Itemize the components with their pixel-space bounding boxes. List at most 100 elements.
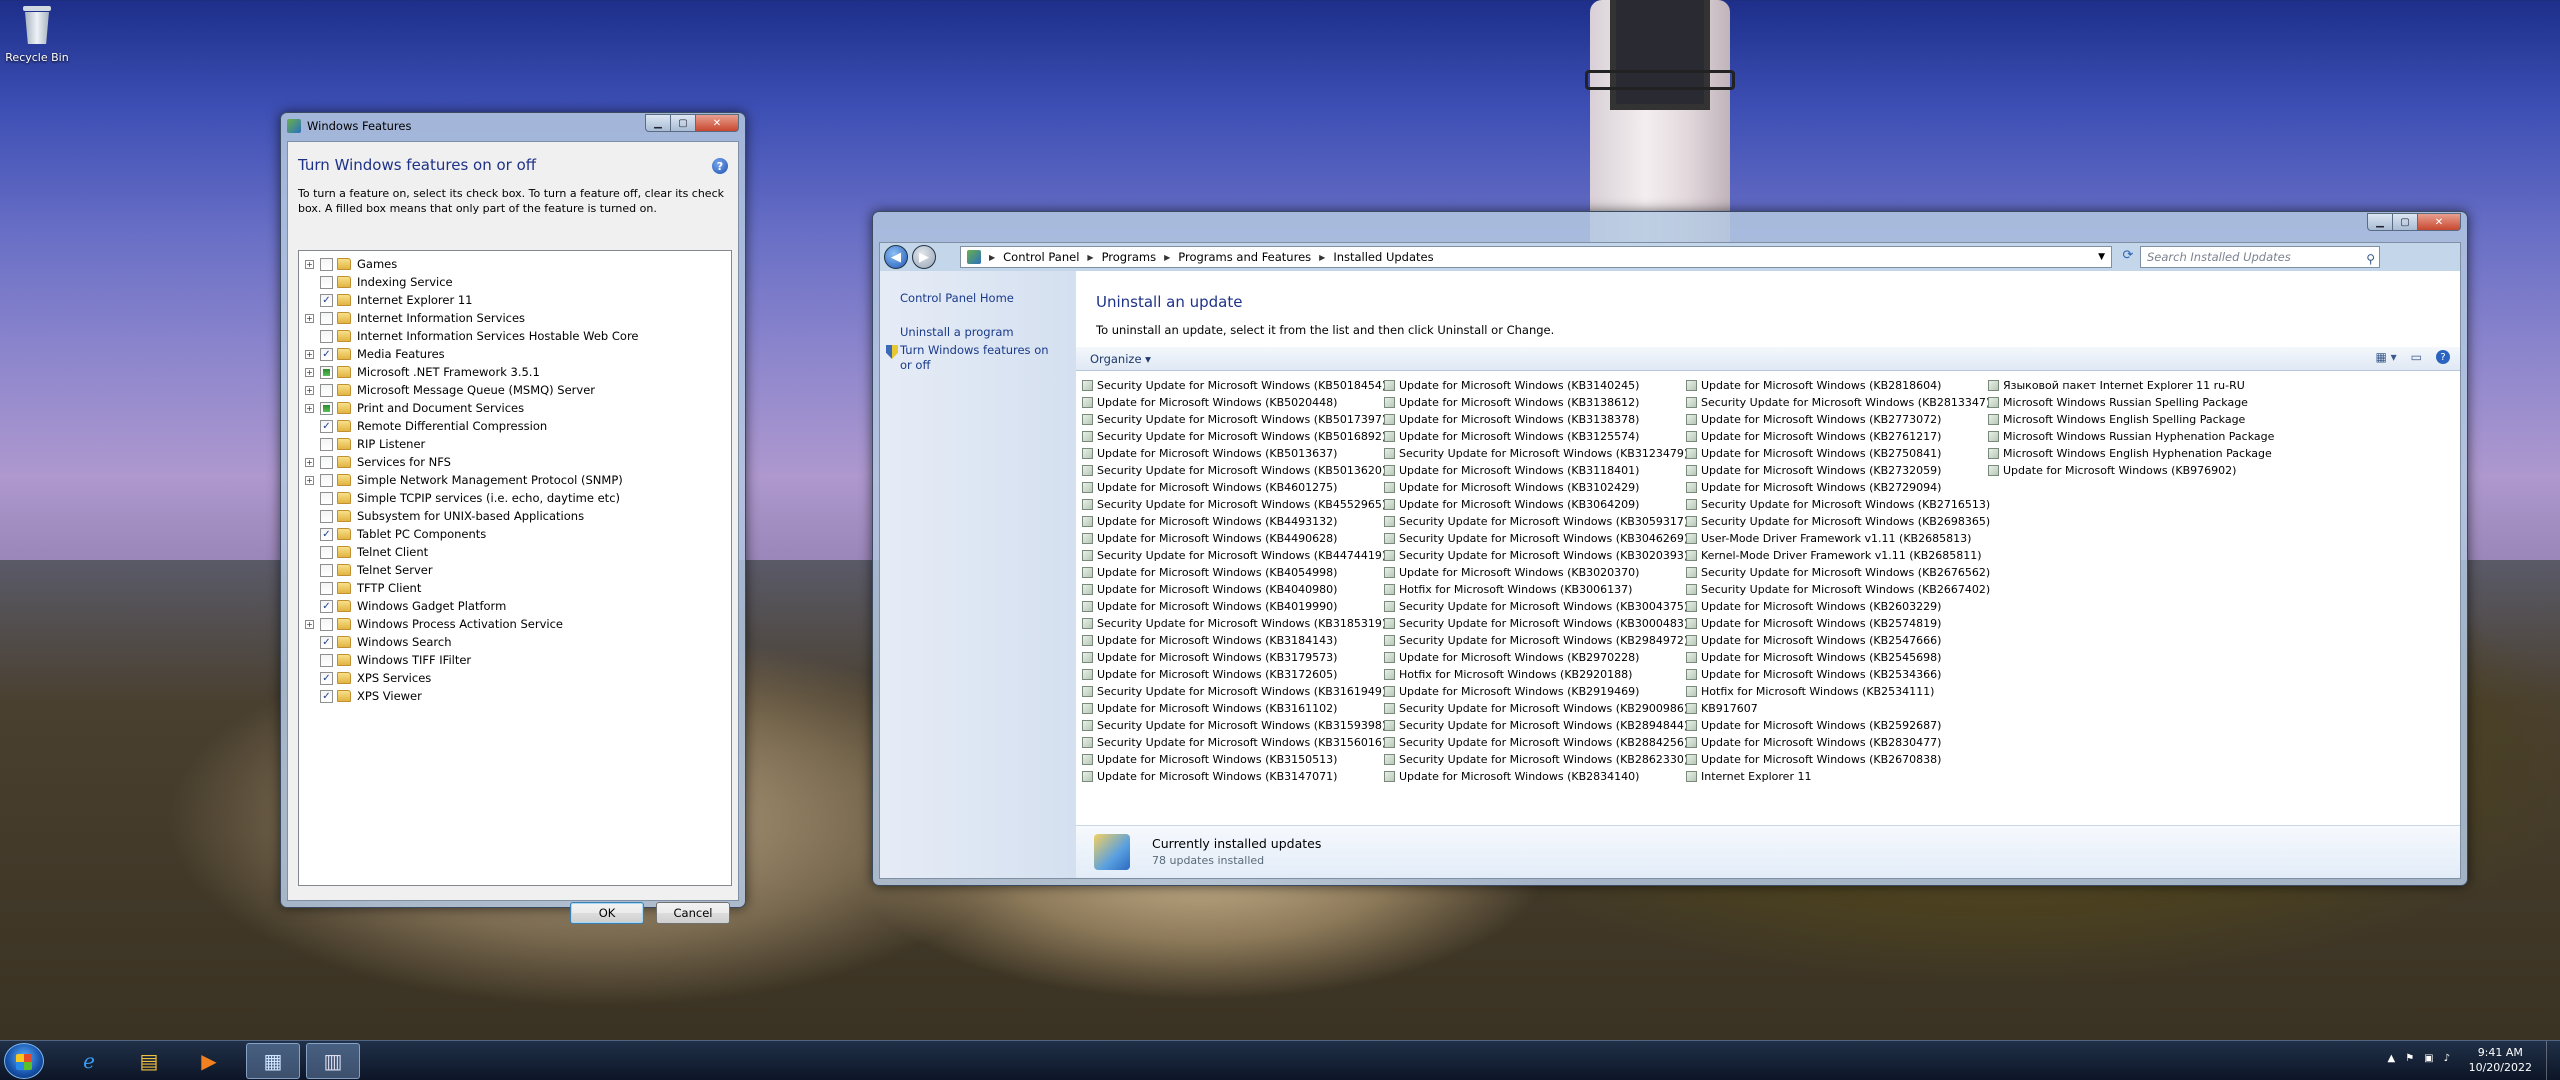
update-item[interactable]: Security Update for Microsoft Windows (K…: [1082, 734, 1386, 751]
uninstall-program-link[interactable]: Uninstall a program: [900, 325, 1014, 339]
update-item[interactable]: Security Update for Microsoft Windows (K…: [1686, 581, 1990, 598]
search-icon[interactable]: ⚲: [2366, 249, 2375, 269]
feature-checkbox[interactable]: ✓: [320, 689, 333, 703]
volume-icon[interactable]: ♪: [2444, 1053, 2450, 1064]
update-item[interactable]: Update for Microsoft Windows (KB3140245): [1384, 377, 1688, 394]
update-item[interactable]: Hotfix for Microsoft Windows (KB3006137): [1384, 581, 1688, 598]
update-item[interactable]: Hotfix for Microsoft Windows (KB2534111): [1686, 683, 1990, 700]
feature-item[interactable]: TFTP Client: [299, 579, 731, 597]
update-item[interactable]: Update for Microsoft Windows (KB4490628): [1082, 530, 1386, 547]
update-item[interactable]: Update for Microsoft Windows (KB2830477): [1686, 734, 1990, 751]
update-item[interactable]: Security Update for Microsoft Windows (K…: [1082, 547, 1386, 564]
control-panel-home-link[interactable]: Control Panel Home: [900, 291, 1014, 305]
update-item[interactable]: Security Update for Microsoft Windows (K…: [1384, 513, 1688, 530]
update-item[interactable]: Языковой пакет Internet Explorer 11 ru-R…: [1988, 377, 2274, 394]
preview-pane-icon[interactable]: ▭: [2411, 350, 2422, 364]
feature-checkbox[interactable]: [320, 311, 333, 325]
update-item[interactable]: Security Update for Microsoft Windows (K…: [1384, 598, 1688, 615]
update-item[interactable]: Security Update for Microsoft Windows (K…: [1082, 411, 1386, 428]
feature-item[interactable]: + Print and Document Services: [299, 399, 731, 417]
update-item[interactable]: Microsoft Windows Russian Hyphenation Pa…: [1988, 428, 2274, 445]
feature-item[interactable]: + Services for NFS: [299, 453, 731, 471]
feature-checkbox[interactable]: [320, 545, 333, 559]
update-item[interactable]: Update for Microsoft Windows (KB2534366): [1686, 666, 1990, 683]
organize-button[interactable]: Organize ▾: [1090, 352, 1151, 366]
update-item[interactable]: Security Update for Microsoft Windows (K…: [1082, 496, 1386, 513]
update-item[interactable]: Update for Microsoft Windows (KB2603229): [1686, 598, 1990, 615]
breadcrumb-programs[interactable]: Programs: [1102, 250, 1157, 264]
update-item[interactable]: Update for Microsoft Windows (KB2970228): [1384, 649, 1688, 666]
update-item[interactable]: Update for Microsoft Windows (KB3102429): [1384, 479, 1688, 496]
update-item[interactable]: Microsoft Windows English Spelling Packa…: [1988, 411, 2274, 428]
feature-item[interactable]: Telnet Server: [299, 561, 731, 579]
update-item[interactable]: Security Update for Microsoft Windows (K…: [1082, 717, 1386, 734]
feature-checkbox[interactable]: [320, 617, 333, 631]
update-item[interactable]: Update for Microsoft Windows (KB2547666): [1686, 632, 1990, 649]
features-taskbar-icon[interactable]: ▥: [306, 1043, 360, 1079]
help-icon[interactable]: ?: [712, 158, 728, 174]
help-icon[interactable]: ?: [2436, 350, 2450, 364]
update-item[interactable]: Update for Microsoft Windows (KB2732059): [1686, 462, 1990, 479]
expand-icon[interactable]: +: [305, 349, 314, 359]
minimize-button[interactable]: ▁: [2367, 213, 2393, 231]
feature-checkbox[interactable]: ✓: [320, 635, 333, 649]
update-item[interactable]: Update for Microsoft Windows (KB2919469): [1384, 683, 1688, 700]
update-item[interactable]: Update for Microsoft Windows (KB3020370): [1384, 564, 1688, 581]
update-item[interactable]: Update for Microsoft Windows (KB3138612): [1384, 394, 1688, 411]
expand-icon[interactable]: +: [305, 403, 314, 413]
refresh-icon[interactable]: ⟳: [2118, 248, 2138, 266]
update-item[interactable]: User-Mode Driver Framework v1.11 (KB2685…: [1686, 530, 1990, 547]
update-item[interactable]: Update for Microsoft Windows (KB3147071): [1082, 768, 1386, 785]
address-dropdown-icon[interactable]: ▼: [2098, 252, 2105, 262]
update-item[interactable]: Microsoft Windows Russian Spelling Packa…: [1988, 394, 2274, 411]
update-item[interactable]: Update for Microsoft Windows (KB3172605): [1082, 666, 1386, 683]
feature-item[interactable]: + Simple Network Management Protocol (SNM…: [299, 471, 731, 489]
update-item[interactable]: Security Update for Microsoft Windows (K…: [1082, 462, 1386, 479]
breadcrumb-programs-features[interactable]: Programs and Features: [1178, 250, 1311, 264]
update-item[interactable]: Security Update for Microsoft Windows (K…: [1082, 428, 1386, 445]
feature-item[interactable]: Subsystem for UNIX-based Applications: [299, 507, 731, 525]
update-item[interactable]: Update for Microsoft Windows (KB2761217): [1686, 428, 1990, 445]
feature-item[interactable]: + Internet Information Services: [299, 309, 731, 327]
recycle-bin[interactable]: Recycle Bin: [4, 4, 70, 64]
clock[interactable]: 9:41 AM 10/20/2022: [2469, 1045, 2532, 1075]
maximize-button[interactable]: ▢: [670, 114, 696, 132]
feature-checkbox[interactable]: [320, 653, 333, 667]
update-item[interactable]: Security Update for Microsoft Windows (K…: [1384, 445, 1688, 462]
feature-checkbox[interactable]: [320, 473, 333, 487]
tray-expand-icon[interactable]: ▲: [2387, 1053, 2395, 1064]
update-item[interactable]: Update for Microsoft Windows (KB4601275): [1082, 479, 1386, 496]
feature-item[interactable]: RIP Listener: [299, 435, 731, 453]
update-item[interactable]: Security Update for Microsoft Windows (K…: [1384, 700, 1688, 717]
search-input[interactable]: Search Installed Updates ⚲: [2140, 246, 2380, 268]
breadcrumb-control-panel[interactable]: Control Panel: [1003, 250, 1079, 264]
feature-checkbox[interactable]: ✓: [320, 347, 333, 361]
update-item[interactable]: Update for Microsoft Windows (KB5020448): [1082, 394, 1386, 411]
update-item[interactable]: Microsoft Windows English Hyphenation Pa…: [1988, 445, 2274, 462]
update-item[interactable]: Security Update for Microsoft Windows (K…: [1384, 734, 1688, 751]
feature-item[interactable]: + ✓ Media Features: [299, 345, 731, 363]
update-item[interactable]: Update for Microsoft Windows (KB2670838): [1686, 751, 1990, 768]
update-item[interactable]: Security Update for Microsoft Windows (K…: [1686, 564, 1990, 581]
feature-checkbox[interactable]: [320, 581, 333, 595]
update-item[interactable]: Security Update for Microsoft Windows (K…: [1686, 496, 1990, 513]
cancel-button[interactable]: Cancel: [656, 902, 730, 924]
features-tree[interactable]: + Games Indexing Service ✓ Internet Explorer…: [298, 250, 732, 886]
update-item[interactable]: Security Update for Microsoft Windows (K…: [1082, 377, 1386, 394]
update-item[interactable]: Security Update for Microsoft Windows (K…: [1686, 394, 1990, 411]
feature-checkbox[interactable]: [320, 383, 333, 397]
internet-explorer-icon[interactable]: ℯ: [62, 1043, 116, 1079]
update-item[interactable]: Update for Microsoft Windows (KB5013637): [1082, 445, 1386, 462]
update-item[interactable]: Security Update for Microsoft Windows (K…: [1384, 547, 1688, 564]
feature-item[interactable]: + Windows Process Activation Service: [299, 615, 731, 633]
expand-icon[interactable]: +: [305, 457, 314, 467]
update-item[interactable]: Update for Microsoft Windows (KB3118401): [1384, 462, 1688, 479]
expand-icon[interactable]: +: [305, 367, 314, 377]
update-item[interactable]: Update for Microsoft Windows (KB4019990): [1082, 598, 1386, 615]
turn-features-link[interactable]: Turn Windows features on or off: [900, 343, 1060, 373]
back-button[interactable]: ◀: [884, 245, 908, 269]
update-item[interactable]: Update for Microsoft Windows (KB3138378): [1384, 411, 1688, 428]
expand-icon[interactable]: +: [305, 385, 314, 395]
feature-item[interactable]: ✓ Internet Explorer 11: [299, 291, 731, 309]
feature-checkbox[interactable]: [320, 563, 333, 577]
